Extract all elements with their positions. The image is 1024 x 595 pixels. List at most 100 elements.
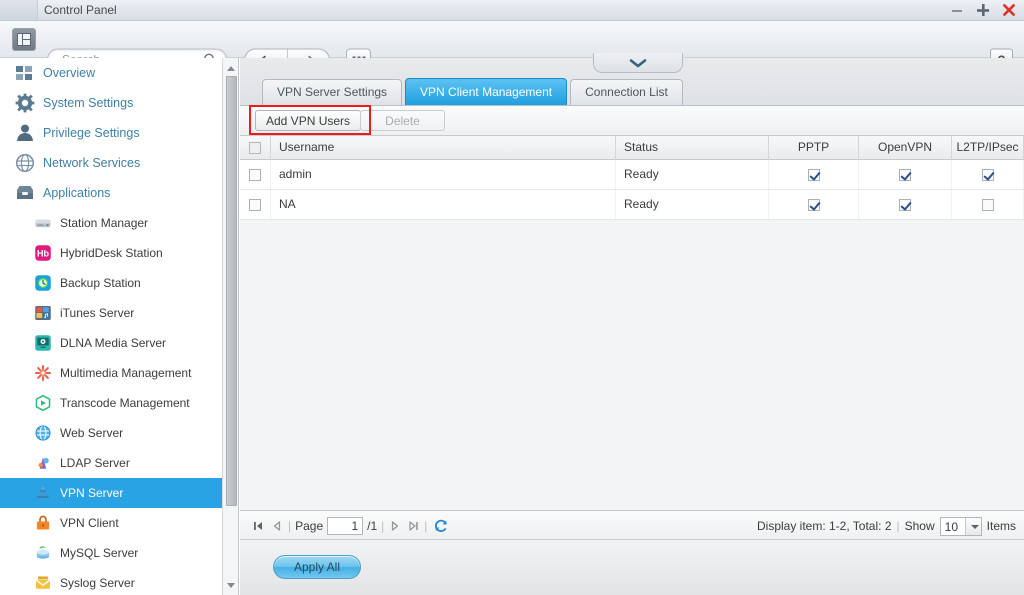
- control-panel-window: Control Panel: [0, 0, 1024, 595]
- cell-l2tp-checkbox[interactable]: [982, 199, 994, 211]
- sidebar-item-label: Transcode Management: [60, 396, 190, 410]
- cell-status: Ready: [616, 190, 769, 219]
- tab-vpn-server-settings[interactable]: VPN Server Settings: [262, 79, 402, 105]
- globe-icon: [14, 152, 36, 174]
- column-header-pptp[interactable]: PPTP: [769, 136, 859, 160]
- row-select-checkbox[interactable]: [249, 169, 261, 181]
- add-vpn-users-button[interactable]: Add VPN Users: [255, 110, 361, 131]
- sidebar-item-label: VPN Client: [60, 516, 119, 530]
- sidebar-item-web-server[interactable]: Web Server: [0, 418, 238, 448]
- sidebar-item-vpn-client[interactable]: VPN Client: [0, 508, 238, 538]
- itunes-server-icon: [34, 304, 52, 322]
- footer-bar: Apply All: [240, 541, 1024, 595]
- sidebar-item-mysql-server[interactable]: MySQL Server: [0, 538, 238, 568]
- sidebar-item-multimedia-management[interactable]: Multimedia Management: [0, 358, 238, 388]
- row-select-cell[interactable]: [240, 190, 271, 219]
- column-header-openvpn[interactable]: OpenVPN: [859, 136, 952, 160]
- svg-text:Hb: Hb: [37, 249, 49, 259]
- tab-connection-list[interactable]: Connection List: [570, 79, 683, 105]
- table-row[interactable]: adminReady: [240, 160, 1024, 190]
- cell-openvpn-checkbox[interactable]: [899, 199, 911, 211]
- chevron-down-icon: [965, 518, 981, 535]
- sidebar-item-system-settings[interactable]: System Settings: [0, 88, 238, 118]
- sidebar-scrollbar[interactable]: [222, 58, 238, 595]
- apply-all-button[interactable]: Apply All: [273, 555, 361, 579]
- items-label: Items: [987, 519, 1016, 533]
- sidebar: OverviewSystem SettingsPrivilege Setting…: [0, 58, 239, 595]
- row-select-cell[interactable]: [240, 160, 271, 189]
- pagination-summary: Display item: 1-2, Total: 2 | Show 10 It…: [757, 511, 1016, 541]
- maximize-icon[interactable]: [976, 3, 990, 19]
- sidebar-item-label: HybridDesk Station: [60, 246, 163, 260]
- collapse-panel-button[interactable]: [593, 53, 683, 73]
- cell-l2tp-checkbox[interactable]: [982, 169, 994, 181]
- vpn-users-table: Username Status PPTP OpenVPN L2TP/IPsec …: [240, 136, 1024, 220]
- cell-pptp-checkbox[interactable]: [808, 169, 820, 181]
- pagination-separator-4: |: [897, 519, 900, 533]
- cell-l2tp-checkbox[interactable]: [952, 190, 1024, 219]
- display-item-text: Display item: 1-2, Total: 2: [757, 519, 892, 533]
- scroll-down-icon[interactable]: [223, 577, 239, 593]
- title-bar-left-block: [0, 0, 38, 20]
- sidebar-item-label: VPN Server: [60, 486, 123, 500]
- sidebar-item-vpn-server[interactable]: VPN Server: [0, 478, 238, 508]
- multimedia-management-icon: [34, 364, 52, 382]
- refresh-icon[interactable]: [433, 518, 449, 534]
- column-header-username[interactable]: Username: [271, 136, 616, 160]
- cell-pptp-checkbox[interactable]: [808, 199, 820, 211]
- table-row[interactable]: NAReady: [240, 190, 1024, 220]
- page-size-value: 10: [945, 520, 958, 534]
- cell-username: NA: [271, 190, 616, 219]
- cell-l2tp-checkbox[interactable]: [952, 160, 1024, 189]
- first-page-icon[interactable]: [252, 518, 266, 534]
- cell-openvpn-checkbox[interactable]: [859, 190, 952, 219]
- column-header-status[interactable]: Status: [616, 136, 769, 160]
- sidebar-item-overview[interactable]: Overview: [0, 58, 238, 88]
- sidebar-item-station-manager[interactable]: Station Manager: [0, 208, 238, 238]
- close-icon[interactable]: [1002, 3, 1016, 19]
- cell-pptp-checkbox[interactable]: [769, 160, 859, 189]
- last-page-icon[interactable]: [406, 518, 420, 534]
- content-area: VPN Server SettingsVPN Client Management…: [240, 58, 1024, 595]
- select-all-checkbox[interactable]: [249, 142, 261, 154]
- cell-openvpn-checkbox[interactable]: [899, 169, 911, 181]
- minimize-icon[interactable]: [950, 3, 964, 19]
- sidebar-scroll-thumb[interactable]: [226, 76, 237, 506]
- next-page-icon[interactable]: [388, 518, 402, 534]
- sidebar-item-dlna-media-server[interactable]: DLNA Media Server: [0, 328, 238, 358]
- sidebar-item-label: Backup Station: [60, 276, 141, 290]
- sidebar-item-transcode-management[interactable]: Transcode Management: [0, 388, 238, 418]
- column-header-l2tp[interactable]: L2TP/IPsec: [952, 136, 1024, 160]
- scroll-up-icon[interactable]: [223, 60, 239, 76]
- window-title: Control Panel: [44, 3, 117, 17]
- syslog-server-icon: [34, 574, 52, 592]
- overview-icon: [14, 62, 36, 84]
- sidebar-item-syslog-server[interactable]: Syslog Server: [0, 568, 238, 595]
- sidebar-toggle-button[interactable]: [12, 28, 36, 51]
- sidebar-item-hybriddesk-station[interactable]: Hb HybridDesk Station: [0, 238, 238, 268]
- sidebar-item-label: Web Server: [60, 426, 123, 440]
- pagination-separator-1: |: [288, 519, 291, 533]
- page-number-input[interactable]: [327, 517, 363, 535]
- sidebar-item-itunes-server[interactable]: iTunes Server: [0, 298, 238, 328]
- page-size-select[interactable]: 10: [940, 517, 982, 536]
- backup-station-icon: [34, 274, 52, 292]
- sidebar-item-network-services[interactable]: Network Services: [0, 148, 238, 178]
- sidebar-item-label: Syslog Server: [60, 576, 135, 590]
- sidebar-item-applications[interactable]: Applications: [0, 178, 238, 208]
- sidebar-item-label: DLNA Media Server: [60, 336, 166, 350]
- cell-openvpn-checkbox[interactable]: [859, 160, 952, 189]
- cell-pptp-checkbox[interactable]: [769, 190, 859, 219]
- table-header-row: Username Status PPTP OpenVPN L2TP/IPsec: [240, 136, 1024, 160]
- tab-vpn-client-management[interactable]: VPN Client Management: [405, 78, 567, 105]
- gear-icon: [14, 92, 36, 114]
- cell-username: admin: [271, 160, 616, 189]
- sidebar-item-ldap-server[interactable]: LDAP Server: [0, 448, 238, 478]
- previous-page-icon[interactable]: [270, 518, 284, 534]
- select-all-header[interactable]: [240, 136, 271, 160]
- sidebar-item-backup-station[interactable]: Backup Station: [0, 268, 238, 298]
- sidebar-item-label: Multimedia Management: [60, 366, 191, 380]
- row-select-checkbox[interactable]: [249, 199, 261, 211]
- pagination-separator-2: |: [381, 519, 384, 533]
- sidebar-item-privilege-settings[interactable]: Privilege Settings: [0, 118, 238, 148]
